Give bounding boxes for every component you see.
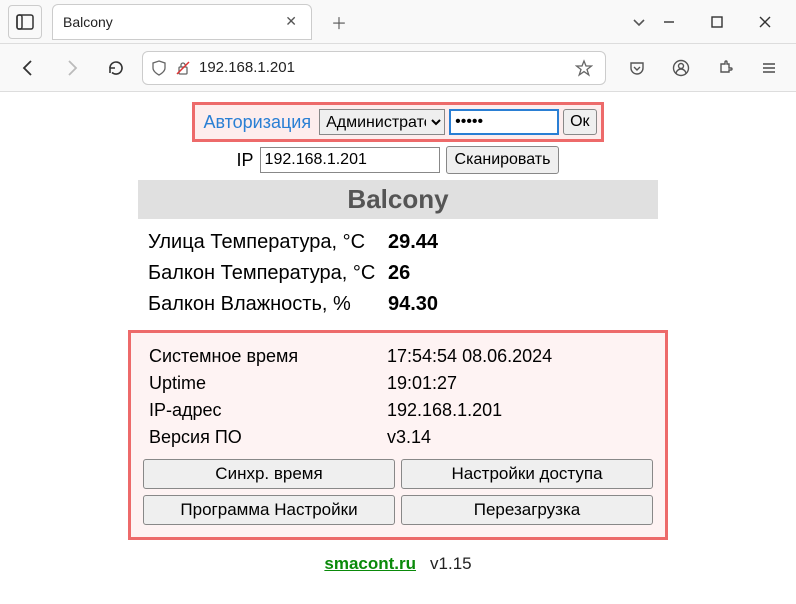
system-label: IP-адрес <box>143 400 387 421</box>
scan-button[interactable]: Сканировать <box>446 146 560 174</box>
device-title: Balcony <box>138 180 658 219</box>
account-icon[interactable] <box>664 51 698 85</box>
sensor-label: Балкон Температура, °C <box>148 262 388 285</box>
extensions-icon[interactable] <box>708 51 742 85</box>
footer: smacont.ru v1.15 <box>324 554 471 574</box>
ip-input[interactable] <box>260 147 440 173</box>
ok-button[interactable]: Ок <box>563 109 596 135</box>
footer-link[interactable]: smacont.ru <box>324 554 416 574</box>
footer-version: v1.15 <box>430 554 472 574</box>
system-highlight-box: Системное время 17:54:54 08.06.2024 Upti… <box>128 330 668 540</box>
ip-row: IP Сканировать <box>237 146 560 174</box>
sensor-label: Балкон Влажность, % <box>148 293 388 316</box>
back-button[interactable] <box>10 50 46 86</box>
system-value: 19:01:27 <box>387 373 457 394</box>
sensor-row: Балкон Температура, °C 26 <box>138 258 658 289</box>
sensor-value: 29.44 <box>388 231 438 254</box>
auth-label: Авторизация <box>199 112 315 133</box>
pocket-icon[interactable] <box>620 51 654 85</box>
system-button-grid: Синхр. время Настройки доступа Программа… <box>143 459 653 525</box>
insecure-lock-icon[interactable] <box>175 60 191 76</box>
sync-time-button[interactable]: Синхр. время <box>143 459 395 489</box>
reboot-button[interactable]: Перезагрузка <box>401 495 653 525</box>
tabs-dropdown-icon[interactable] <box>624 7 654 37</box>
page-content: Авторизация Администратор Ок IP Сканиров… <box>0 92 796 574</box>
browser-toolbar: 192.168.1.201 <box>0 44 796 92</box>
address-bar[interactable]: 192.168.1.201 <box>142 51 606 85</box>
bookmark-star-icon[interactable] <box>571 59 597 77</box>
system-value: 17:54:54 08.06.2024 <box>387 346 552 367</box>
sensor-row: Балкон Влажность, % 94.30 <box>138 289 658 320</box>
auth-highlight-box: Авторизация Администратор Ок <box>192 102 603 142</box>
shield-icon[interactable] <box>151 60 167 76</box>
sensor-label: Улица Температура, °C <box>148 231 388 254</box>
browser-tab[interactable]: Balcony ✕ <box>52 4 312 40</box>
program-settings-button[interactable]: Программа Настройки <box>143 495 395 525</box>
browser-tab-strip: Balcony ✕ ＋ <box>0 0 796 44</box>
ip-label: IP <box>237 150 254 171</box>
sensor-value: 94.30 <box>388 293 438 316</box>
hamburger-menu-icon[interactable] <box>752 51 786 85</box>
access-settings-button[interactable]: Настройки доступа <box>401 459 653 489</box>
tab-close-icon[interactable]: ✕ <box>281 13 301 30</box>
system-row: Версия ПО v3.14 <box>143 424 653 451</box>
toolbar-right <box>614 51 786 85</box>
new-tab-button[interactable]: ＋ <box>324 7 354 37</box>
role-select[interactable]: Администратор <box>319 109 445 135</box>
system-label: Uptime <box>143 373 387 394</box>
tab-title: Balcony <box>63 14 273 30</box>
system-value: 192.168.1.201 <box>387 400 502 421</box>
password-input[interactable] <box>449 109 559 135</box>
system-row: Uptime 19:01:27 <box>143 370 653 397</box>
auth-row: Авторизация Администратор Ок <box>199 109 596 135</box>
maximize-icon[interactable] <box>702 7 732 37</box>
reload-button[interactable] <box>98 50 134 86</box>
system-row: Системное время 17:54:54 08.06.2024 <box>143 343 653 370</box>
sensor-table: Улица Температура, °C 29.44 Балкон Темпе… <box>138 227 658 320</box>
minimize-icon[interactable] <box>654 7 684 37</box>
system-label: Системное время <box>143 346 387 367</box>
system-label: Версия ПО <box>143 427 387 448</box>
sensor-value: 26 <box>388 262 410 285</box>
sidebar-toggle-icon[interactable] <box>8 5 42 39</box>
system-row: IP-адрес 192.168.1.201 <box>143 397 653 424</box>
window-controls <box>654 7 788 37</box>
sensor-row: Улица Температура, °C 29.44 <box>138 227 658 258</box>
forward-button[interactable] <box>54 50 90 86</box>
system-value: v3.14 <box>387 427 431 448</box>
close-window-icon[interactable] <box>750 7 780 37</box>
url-text: 192.168.1.201 <box>199 59 563 76</box>
